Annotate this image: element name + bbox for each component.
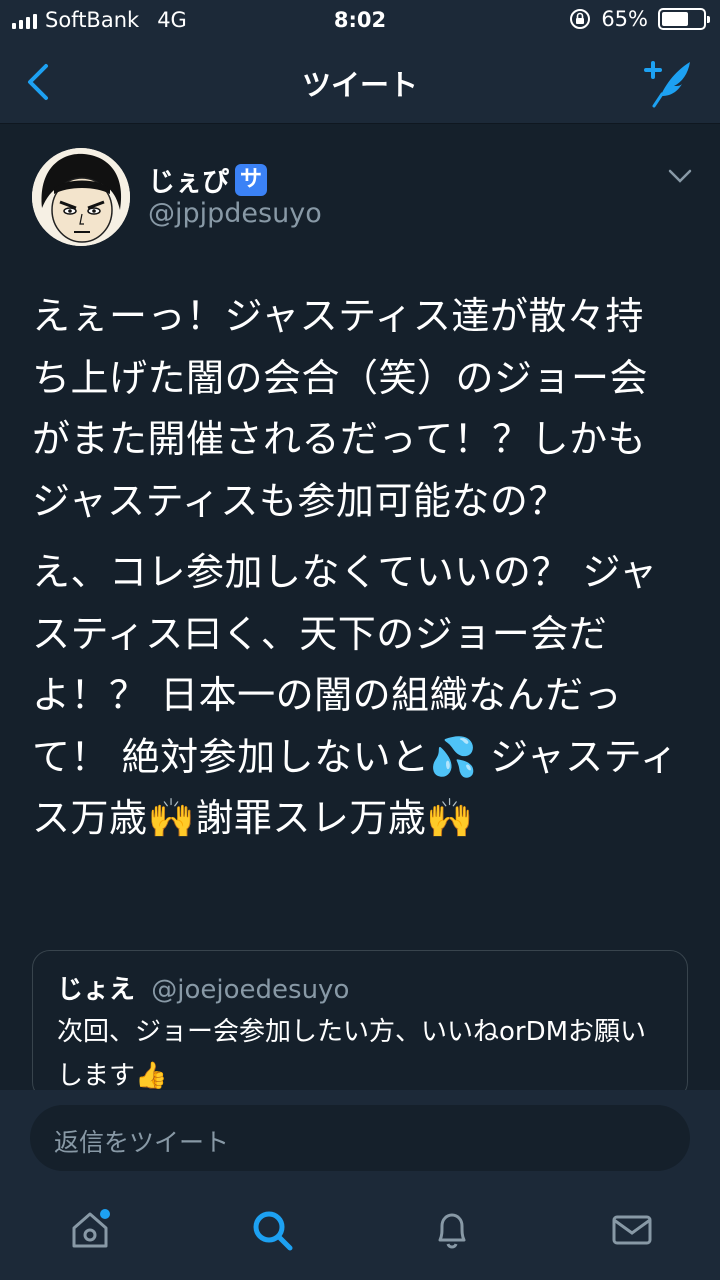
page-title: ツイート <box>301 68 418 102</box>
reply-input[interactable]: 返信をツイート <box>30 1105 690 1171</box>
quoted-tweet-text: 次回、ジョー会参加したい方、いいねorDMお願いします👍 <box>57 1017 647 1091</box>
notification-dot <box>100 1209 110 1219</box>
display-name[interactable]: じぇぴ サ <box>148 160 267 199</box>
tab-bar <box>0 1190 720 1280</box>
user-handle[interactable]: @jpjpdesuyo <box>148 198 322 229</box>
tweet-text: えぇーっ！ジャスティス達が散々持ち上げた闇の会合（笑）のジョー会がまた開催される… <box>32 286 682 860</box>
quoted-display-name: じょえ <box>57 975 136 1005</box>
status-bar: SoftBank 4G 8:02 65% <box>0 0 720 40</box>
mail-icon[interactable] <box>610 1208 654 1252</box>
orientation-lock-icon <box>570 9 591 29</box>
status-right: 65% <box>569 7 710 31</box>
tweet: じぇぴ サ @jpjpdesuyo えぇーっ！ジャスティス達が散々持ち上げた闇の… <box>0 124 720 1100</box>
badge-icon: サ <box>235 163 267 196</box>
chevron-down-icon[interactable] <box>668 168 692 184</box>
quoted-handle: @joejoedesuyo <box>151 975 350 1005</box>
quoted-tweet[interactable]: じょえ @joejoedesuyo 次回、ジョー会参加したい方、いいねorDMお… <box>32 950 688 1100</box>
avatar[interactable] <box>32 148 130 246</box>
bell-icon[interactable] <box>430 1208 474 1252</box>
search-icon[interactable] <box>250 1208 294 1252</box>
quoted-tweet-header: じょえ @joejoedesuyo <box>57 969 663 1006</box>
tweet-paragraph: えぇーっ！ジャスティス達が散々持ち上げた闇の会合（笑）のジョー会がまた開催される… <box>32 294 649 523</box>
battery-percent: 65% <box>601 7 648 31</box>
battery-icon <box>658 8 710 30</box>
display-name-text: じぇぴ <box>148 167 229 198</box>
battery-fill <box>662 12 688 26</box>
compose-tweet-icon[interactable] <box>640 56 696 108</box>
tweet-paragraph: え、コレ参加しなくていいの？ ジャスティス曰く、天下のジョー会だよ！？ 日本一の… <box>32 550 679 840</box>
reply-bar: 返信をツイート <box>0 1090 720 1190</box>
avatar-illustration <box>32 148 130 246</box>
home-icon[interactable] <box>68 1208 112 1252</box>
nav-bar: ツイート <box>0 40 720 124</box>
